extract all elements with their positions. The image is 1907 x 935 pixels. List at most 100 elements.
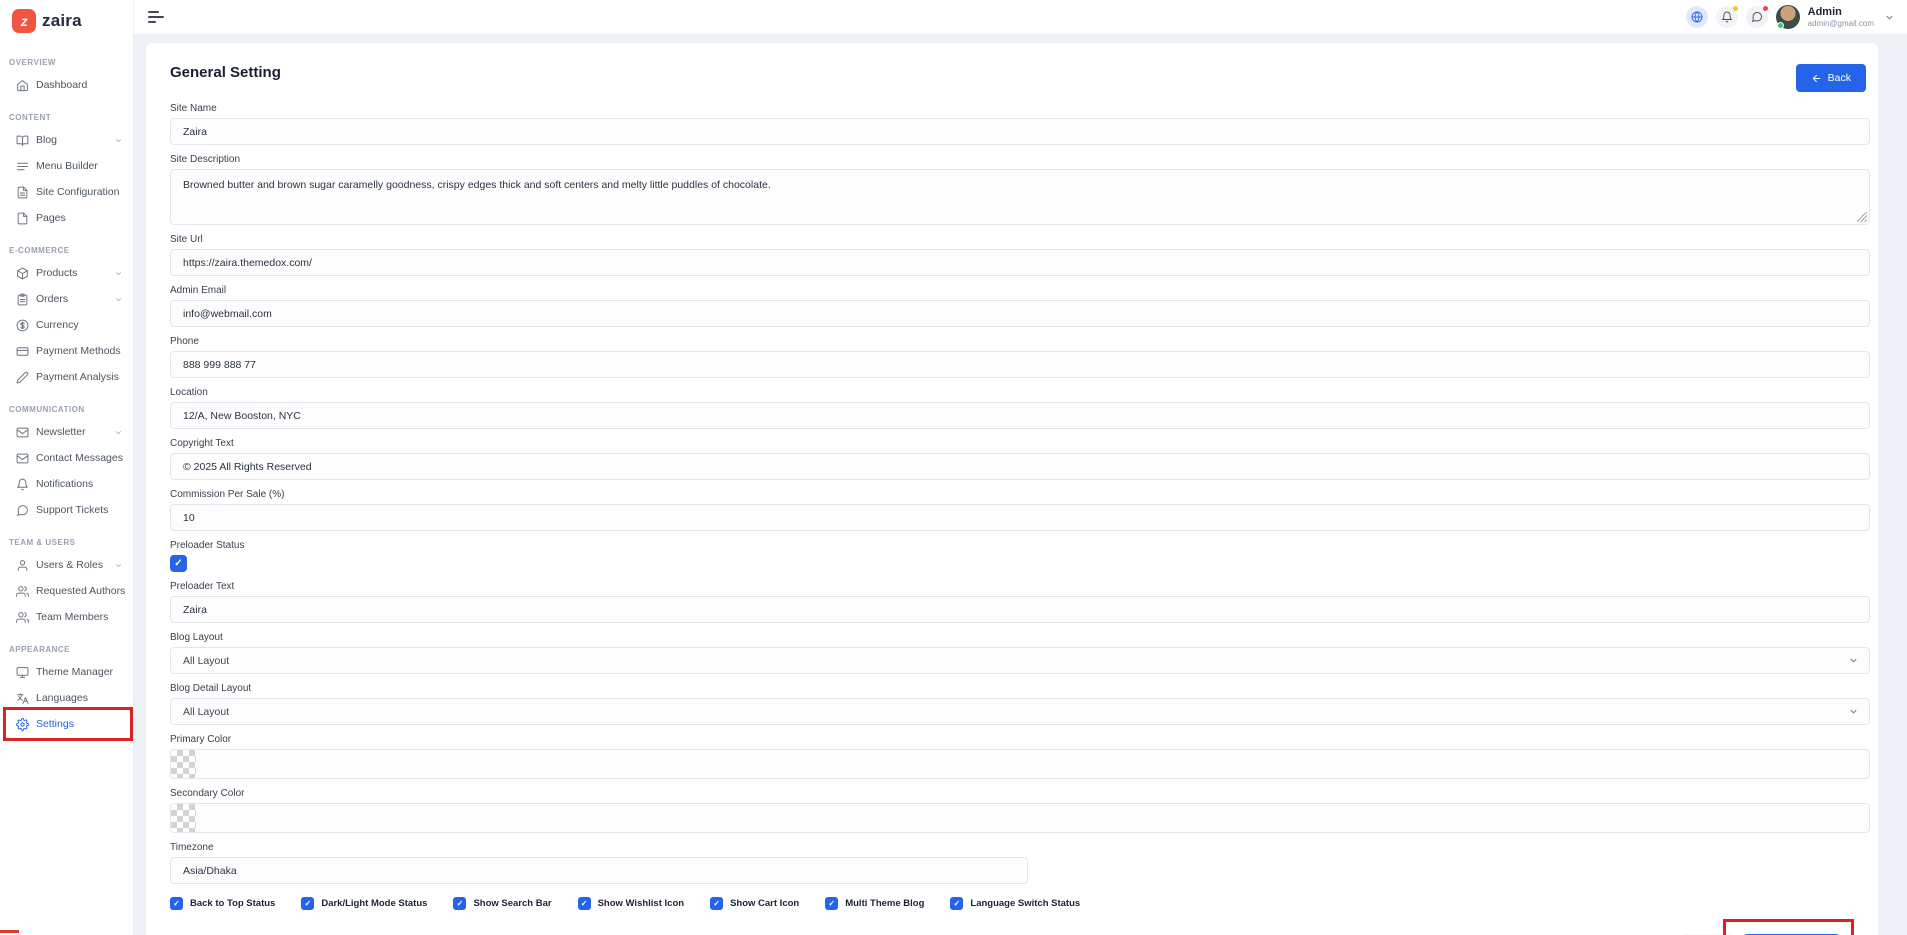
sidebar-toggle-icon[interactable] bbox=[148, 11, 165, 23]
sidebar-item-site-configuration[interactable]: Site Configuration bbox=[0, 179, 133, 205]
user-info[interactable]: Admin admin@gmail.com bbox=[1808, 6, 1874, 28]
resize-grip-icon[interactable] bbox=[1857, 212, 1867, 222]
chat-icon bbox=[16, 504, 29, 517]
sidebar-item-users-roles[interactable]: Users & Roles bbox=[0, 552, 133, 578]
blog-layout-select[interactable]: All Layout bbox=[170, 647, 1870, 674]
location-input[interactable] bbox=[170, 402, 1870, 429]
checkbox-checked-icon[interactable] bbox=[453, 897, 467, 910]
sidebar-item-requested-authors[interactable]: Requested Authors bbox=[0, 578, 133, 604]
avatar[interactable] bbox=[1775, 5, 1800, 29]
checkbox-checked-icon[interactable] bbox=[301, 897, 315, 910]
toggle-show-cart-icon[interactable]: Show Cart Icon bbox=[710, 897, 799, 910]
sidebar-item-dashboard[interactable]: Dashboard bbox=[0, 72, 133, 98]
language-globe-button[interactable] bbox=[1685, 6, 1708, 28]
credit-card-icon bbox=[16, 345, 29, 358]
chevron-down-icon bbox=[1848, 655, 1859, 666]
sidebar-item-orders[interactable]: Orders bbox=[0, 286, 133, 312]
arrow-left-icon bbox=[1811, 73, 1822, 84]
checkbox-checked-icon[interactable] bbox=[710, 897, 724, 910]
sidebar-item-currency[interactable]: Currency bbox=[0, 312, 133, 338]
phone-input[interactable] bbox=[170, 351, 1870, 378]
sidebar-item-newsletter[interactable]: Newsletter bbox=[0, 419, 133, 445]
preloader-text-input[interactable] bbox=[170, 596, 1870, 623]
preloader-status-checkbox[interactable] bbox=[170, 555, 187, 572]
admin-email-input[interactable] bbox=[170, 300, 1870, 327]
site-description-label: Site Description bbox=[170, 154, 241, 165]
document-icon bbox=[16, 186, 29, 199]
blog-detail-layout-select[interactable]: All Layout bbox=[170, 698, 1870, 725]
sidebar-item-blog[interactable]: Blog bbox=[0, 127, 133, 153]
copyright-input[interactable] bbox=[170, 453, 1870, 480]
back-button-label: Back bbox=[1827, 72, 1851, 84]
sidebar-item-theme-manager[interactable]: Theme Manager bbox=[0, 659, 133, 685]
sidebar-item-payment-analysis[interactable]: Payment Analysis bbox=[0, 364, 133, 390]
sidebar-item-label: Contact Messages bbox=[36, 452, 123, 464]
user-icon bbox=[16, 559, 29, 572]
site-description-textarea[interactable]: Browned butter and brown sugar caramelly… bbox=[170, 169, 1870, 225]
toggle-show-search-bar[interactable]: Show Search Bar bbox=[453, 897, 552, 910]
toggle-show-wishlist-icon[interactable]: Show Wishlist Icon bbox=[577, 897, 684, 910]
toggle-language-switch-status[interactable]: Language Switch Status bbox=[950, 897, 1080, 910]
toggle-label: Back to Top Status bbox=[190, 898, 276, 909]
sidebar-item-products[interactable]: Products bbox=[0, 260, 133, 286]
sidebar-item-contact-messages[interactable]: Contact Messages bbox=[0, 445, 133, 471]
notifications-button[interactable] bbox=[1715, 6, 1738, 28]
location-label: Location bbox=[170, 387, 208, 398]
user-name: Admin bbox=[1807, 6, 1842, 19]
checkbox-checked-icon[interactable] bbox=[577, 897, 591, 910]
general-setting-card: General Setting Back Site Name Site Desc… bbox=[146, 43, 1878, 935]
sidebar-item-label: Requested Authors bbox=[36, 585, 126, 597]
secondary-color-label: Secondary Color bbox=[170, 788, 245, 799]
chevron-down-icon bbox=[114, 269, 123, 278]
sidebar-item-notifications[interactable]: Notifications bbox=[0, 471, 133, 497]
chevron-down-icon bbox=[114, 136, 123, 145]
sidebar-item-label: Payment Analysis bbox=[36, 371, 119, 383]
messages-button[interactable] bbox=[1745, 6, 1768, 28]
book-icon bbox=[16, 134, 29, 147]
sidebar-item-team-members[interactable]: Team Members bbox=[0, 604, 133, 630]
primary-color-input[interactable] bbox=[170, 749, 1870, 779]
brand-logo[interactable]: z zaira bbox=[0, 0, 133, 43]
chevron-down-icon[interactable] bbox=[1884, 12, 1895, 23]
section-title: TEAM & USERS bbox=[9, 538, 76, 547]
site-name-input[interactable] bbox=[170, 118, 1870, 145]
sidebar-item-support-tickets[interactable]: Support Tickets bbox=[0, 497, 133, 523]
timezone-label: Timezone bbox=[170, 842, 214, 853]
toggle-label: Dark/Light Mode Status bbox=[321, 898, 428, 909]
checkbox-checked-icon[interactable] bbox=[950, 897, 964, 910]
commission-input[interactable] bbox=[170, 504, 1870, 531]
monitor-icon bbox=[16, 666, 29, 679]
toggle-back-to-top-status[interactable]: Back to Top Status bbox=[170, 897, 275, 910]
sidebar-item-payment-methods[interactable]: Payment Methods bbox=[0, 338, 133, 364]
sidebar-item-label: Pages bbox=[36, 212, 66, 224]
brand-name: zaira bbox=[42, 11, 82, 30]
clipboard-icon bbox=[16, 293, 29, 306]
secondary-color-input[interactable] bbox=[170, 803, 1870, 833]
section-title: OVERVIEW bbox=[9, 58, 56, 67]
sidebar-item-label: Users & Roles bbox=[36, 559, 104, 571]
toggle-dark-light-mode-status[interactable]: Dark/Light Mode Status bbox=[301, 897, 427, 910]
checkbox-checked-icon[interactable] bbox=[825, 897, 839, 910]
sidebar-item-languages[interactable]: Languages bbox=[0, 685, 133, 711]
sidebar-item-label: Products bbox=[36, 267, 78, 279]
site-url-label: Site Url bbox=[170, 234, 203, 245]
sidebar-item-settings[interactable]: Settings bbox=[0, 707, 133, 741]
sidebar-item-pages[interactable]: Pages bbox=[0, 205, 133, 231]
section-title: COMMUNICATION bbox=[9, 405, 85, 414]
pen-icon bbox=[16, 371, 29, 384]
mail-icon bbox=[16, 426, 29, 439]
back-button-top[interactable]: Back bbox=[1795, 64, 1866, 92]
site-url-input[interactable] bbox=[170, 249, 1870, 276]
sidebar: z zaira OVERVIEW Dashboard CONTENT Blog … bbox=[0, 0, 134, 935]
sidebar-item-menu-builder[interactable]: Menu Builder bbox=[0, 153, 133, 179]
box-icon bbox=[16, 267, 29, 280]
message-badge bbox=[1762, 6, 1768, 11]
toggle-label: Show Search Bar bbox=[473, 898, 552, 909]
page-title: General Setting bbox=[170, 64, 281, 81]
timezone-input[interactable] bbox=[170, 857, 1028, 884]
toggle-multi-theme-blog[interactable]: Multi Theme Blog bbox=[825, 897, 924, 910]
sidebar-item-label: Support Tickets bbox=[36, 504, 109, 516]
blog-layout-label: Blog Layout bbox=[170, 632, 223, 643]
section-title: APPEARANCE bbox=[9, 645, 71, 654]
checkbox-checked-icon[interactable] bbox=[170, 897, 183, 910]
